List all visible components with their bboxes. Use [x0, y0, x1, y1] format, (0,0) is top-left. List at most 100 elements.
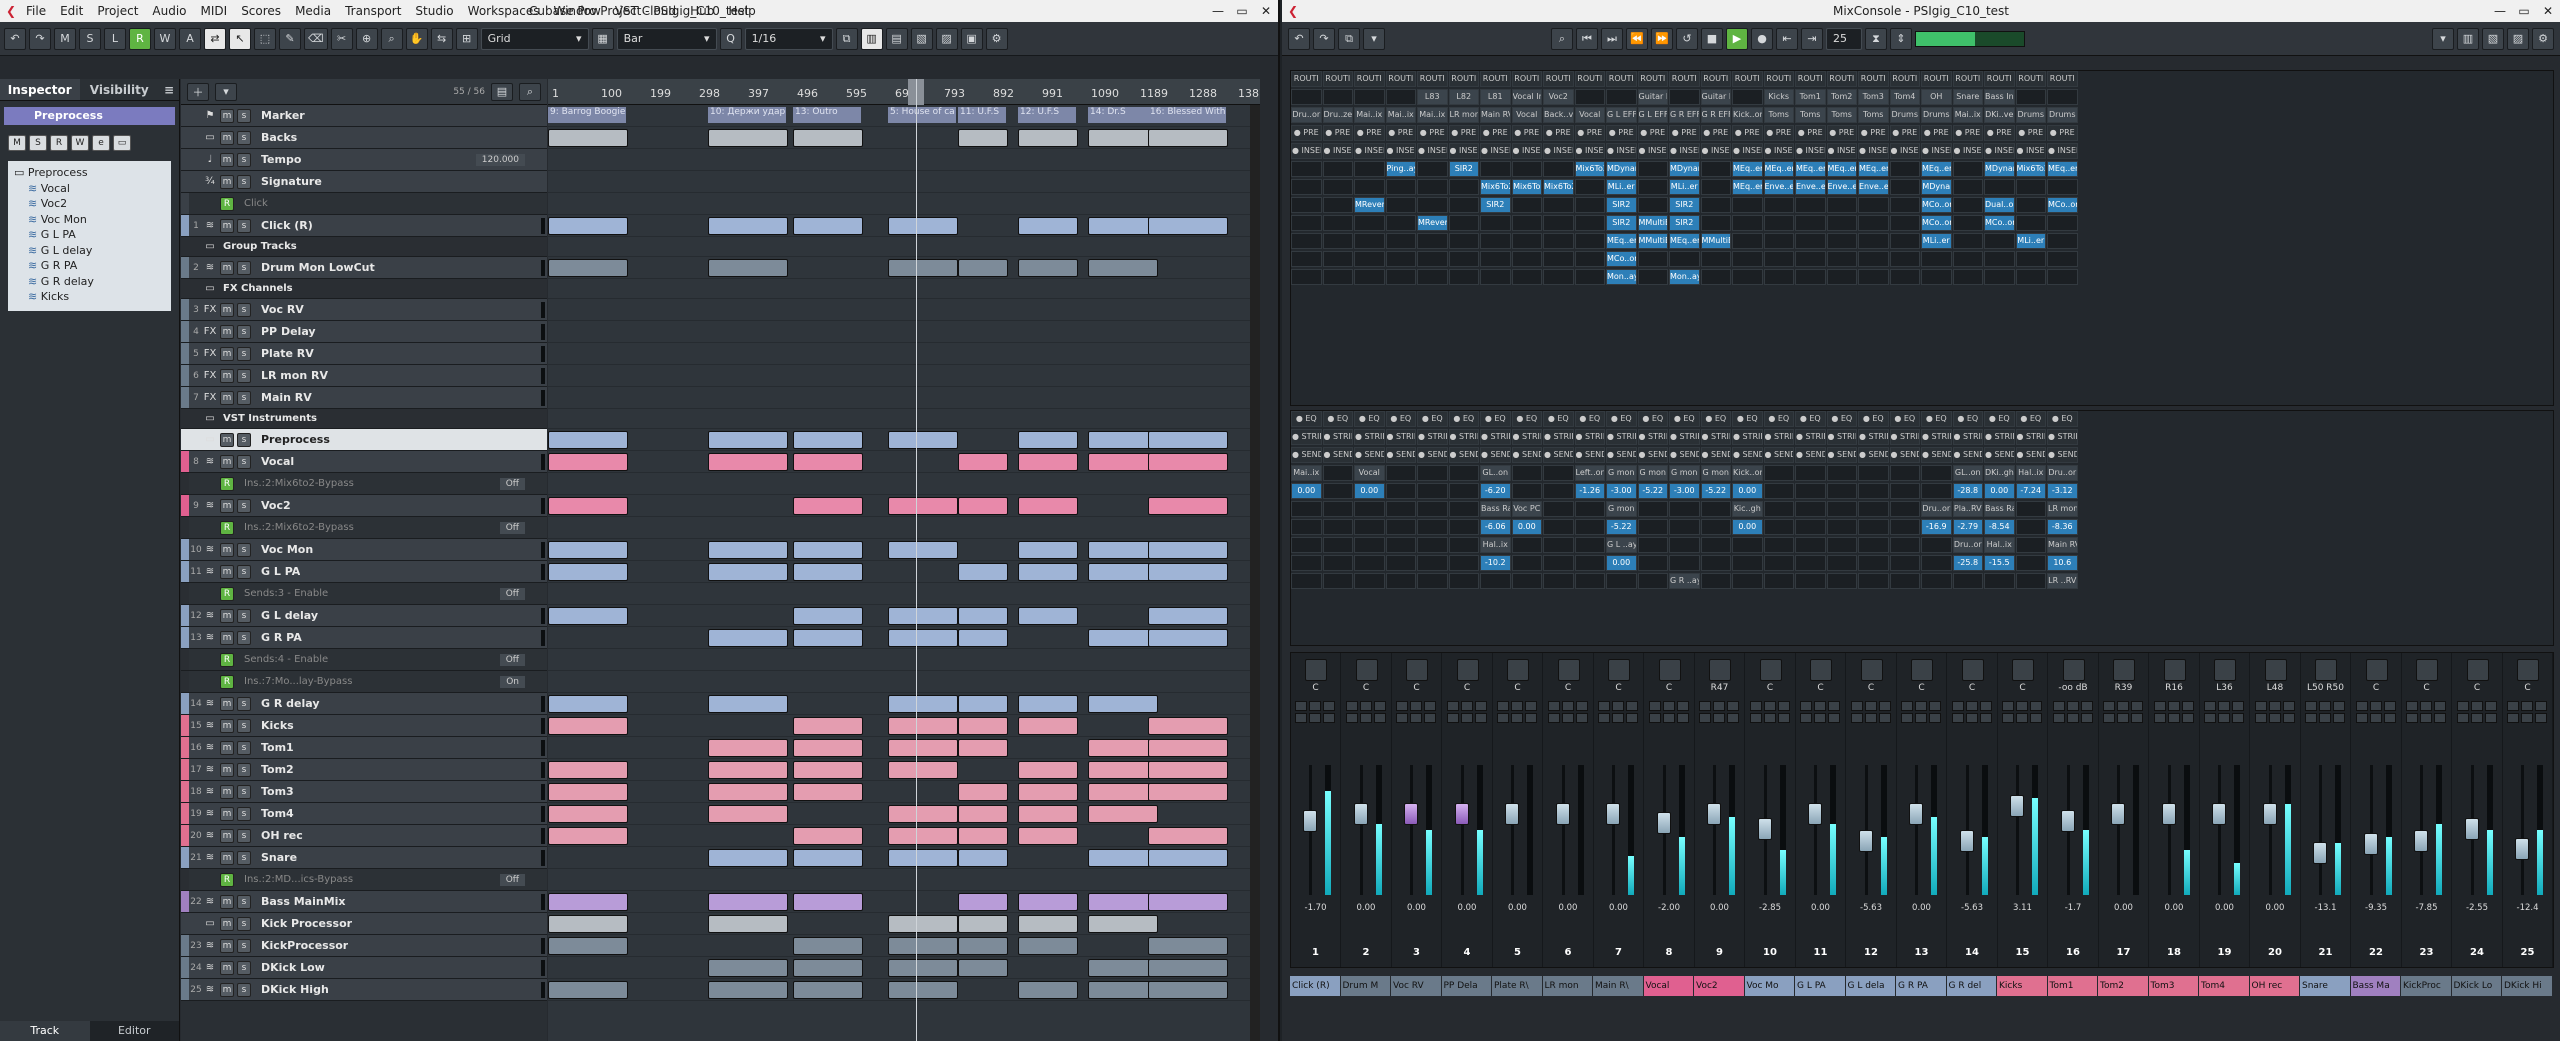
rack-toggle[interactable]: ● PRE	[1417, 125, 1448, 141]
read-button[interactable]	[1749, 713, 1762, 723]
read-button[interactable]	[2507, 713, 2519, 723]
solo-button[interactable]	[1511, 701, 1523, 711]
audio-event[interactable]	[1148, 959, 1228, 977]
menu-project[interactable]: Project	[97, 4, 138, 18]
rack-toggle[interactable]: ● EQ	[1700, 411, 1731, 427]
track-row[interactable]: 18 ≋ m s Tom3	[181, 781, 547, 803]
rack-toggle[interactable]: ● STRIP	[1291, 429, 1322, 445]
listen-button[interactable]	[2383, 701, 2396, 711]
listen-button[interactable]	[2333, 701, 2345, 711]
track-row[interactable]: 25 ≋ m s DKick High	[181, 979, 547, 1001]
arrange-lane[interactable]	[548, 759, 1260, 781]
track-name[interactable]: Tom3	[261, 785, 294, 798]
edit-button[interactable]	[1424, 713, 1436, 723]
audio-event[interactable]	[548, 607, 628, 625]
solo-button[interactable]: s	[237, 174, 251, 189]
undo-icon[interactable]: ↶	[1288, 27, 1310, 50]
track-row[interactable]: ▭ FX Channels	[181, 279, 547, 299]
read-button[interactable]	[2406, 713, 2418, 723]
read-automation-button[interactable]: R	[220, 872, 234, 887]
insert-slot[interactable]	[1543, 269, 1574, 285]
mute-button[interactable]	[2355, 701, 2368, 711]
track-row[interactable]: 9 ≋ m s Voc2	[181, 495, 547, 517]
mute-button[interactable]	[1446, 701, 1459, 711]
rack-toggle[interactable]: ● SENDS	[1417, 447, 1448, 463]
edit-button[interactable]	[1777, 713, 1790, 723]
insert-slot[interactable]	[1385, 197, 1416, 213]
arrange-lane[interactable]	[548, 935, 1260, 957]
volume-fader[interactable]	[1555, 802, 1570, 825]
send-slot[interactable]	[1574, 537, 1605, 553]
insert-slot[interactable]	[1858, 251, 1889, 267]
pan-knob[interactable]	[2163, 659, 2186, 681]
audio-event[interactable]	[888, 761, 958, 779]
insert-slot[interactable]: MReverb	[1354, 197, 1385, 213]
stepper-icon[interactable]: ⇕	[1890, 27, 1912, 50]
rack-toggle[interactable]: ● INSERTS	[1385, 143, 1416, 159]
audio-event[interactable]	[1088, 259, 1158, 277]
write-button[interactable]	[1612, 713, 1624, 723]
send-slot[interactable]	[2015, 519, 2046, 535]
undo-icon[interactable]: ↶	[4, 27, 26, 50]
send-slot[interactable]: 10.6	[2047, 555, 2078, 571]
audio-event[interactable]	[888, 739, 958, 757]
audio-event[interactable]	[548, 453, 628, 471]
audio-event[interactable]	[958, 827, 1008, 845]
send-slot[interactable]: Hal..ix	[1480, 537, 1511, 553]
send-slot[interactable]	[1385, 555, 1416, 571]
folder-icon[interactable]: ▭	[113, 135, 131, 151]
send-slot[interactable]: G mon	[1606, 465, 1637, 481]
insert-slot[interactable]	[2047, 215, 2078, 231]
routing-slot[interactable]: G R EFF	[1700, 107, 1731, 123]
mute-button[interactable]: m	[220, 130, 234, 145]
insert-slot[interactable]: Enve..er	[1826, 179, 1857, 195]
folder-item[interactable]: ≋ Voc Mon	[14, 212, 169, 228]
audio-event[interactable]	[888, 695, 958, 713]
insert-slot[interactable]	[2015, 269, 2046, 285]
grid-icon[interactable]: ▦	[591, 27, 614, 50]
mute-button[interactable]	[2103, 701, 2115, 711]
insert-slot[interactable]	[2015, 215, 2046, 231]
track-row[interactable]: R Ins.:2:Mix6to2-Bypass Off	[181, 517, 547, 539]
send-slot[interactable]	[1700, 537, 1731, 553]
insert-slot[interactable]	[1921, 269, 1952, 285]
fader-value[interactable]: -5.63	[1948, 903, 1997, 913]
send-slot[interactable]: -25.8	[1952, 555, 1983, 571]
rack-toggle[interactable]: ● INSERTS	[1795, 143, 1826, 159]
insert-slot[interactable]	[1858, 215, 1889, 231]
edit-button[interactable]	[1373, 713, 1386, 723]
audio-event[interactable]	[888, 849, 958, 867]
routing-slot[interactable]: Tom1	[1795, 89, 1826, 105]
mute-button[interactable]	[1850, 701, 1863, 711]
track-row[interactable]: ▭ VST Instruments	[181, 409, 547, 429]
audio-event[interactable]	[708, 563, 788, 581]
arrange-lane[interactable]: 9: Barrog Boogie 10: Держи удар 13: Outro 5…	[548, 105, 1260, 127]
rack-toggle[interactable]: ● SENDS	[1637, 447, 1668, 463]
track-value[interactable]: Off	[499, 873, 525, 886]
send-slot[interactable]	[1385, 501, 1416, 517]
audio-event[interactable]	[708, 915, 788, 933]
routing-slot[interactable]: ROUTI	[1795, 71, 1826, 87]
routing-slot[interactable]: G R EFF	[1669, 107, 1700, 123]
audio-event[interactable]	[708, 217, 788, 235]
audio-event[interactable]	[708, 805, 788, 823]
insert-slot[interactable]	[1952, 233, 1983, 249]
dropdown-icon[interactable]: ▾	[1363, 27, 1385, 50]
send-slot[interactable]	[1354, 555, 1385, 571]
solo-button[interactable]	[2319, 701, 2331, 711]
audio-event[interactable]	[793, 959, 863, 977]
track-row[interactable]: R Click	[181, 193, 547, 215]
insert-slot[interactable]	[1952, 269, 1983, 285]
listen-button[interactable]	[1777, 701, 1790, 711]
read-button[interactable]	[1295, 713, 1307, 723]
routing-slot[interactable]	[1354, 89, 1385, 105]
edit-button[interactable]	[1878, 713, 1891, 723]
channel-name[interactable]: Main R\	[1593, 976, 1643, 996]
track-row[interactable]: ▭ Group Tracks	[181, 237, 547, 257]
track-name[interactable]: Ins.:2:MD...ics-Bypass	[244, 874, 353, 885]
arrange-lane[interactable]	[548, 409, 1260, 429]
fader-value[interactable]: 0.00	[1594, 903, 1643, 913]
volume-fader[interactable]	[2464, 818, 2479, 841]
insert-slot[interactable]	[1637, 269, 1668, 285]
audio-event[interactable]	[793, 431, 863, 449]
